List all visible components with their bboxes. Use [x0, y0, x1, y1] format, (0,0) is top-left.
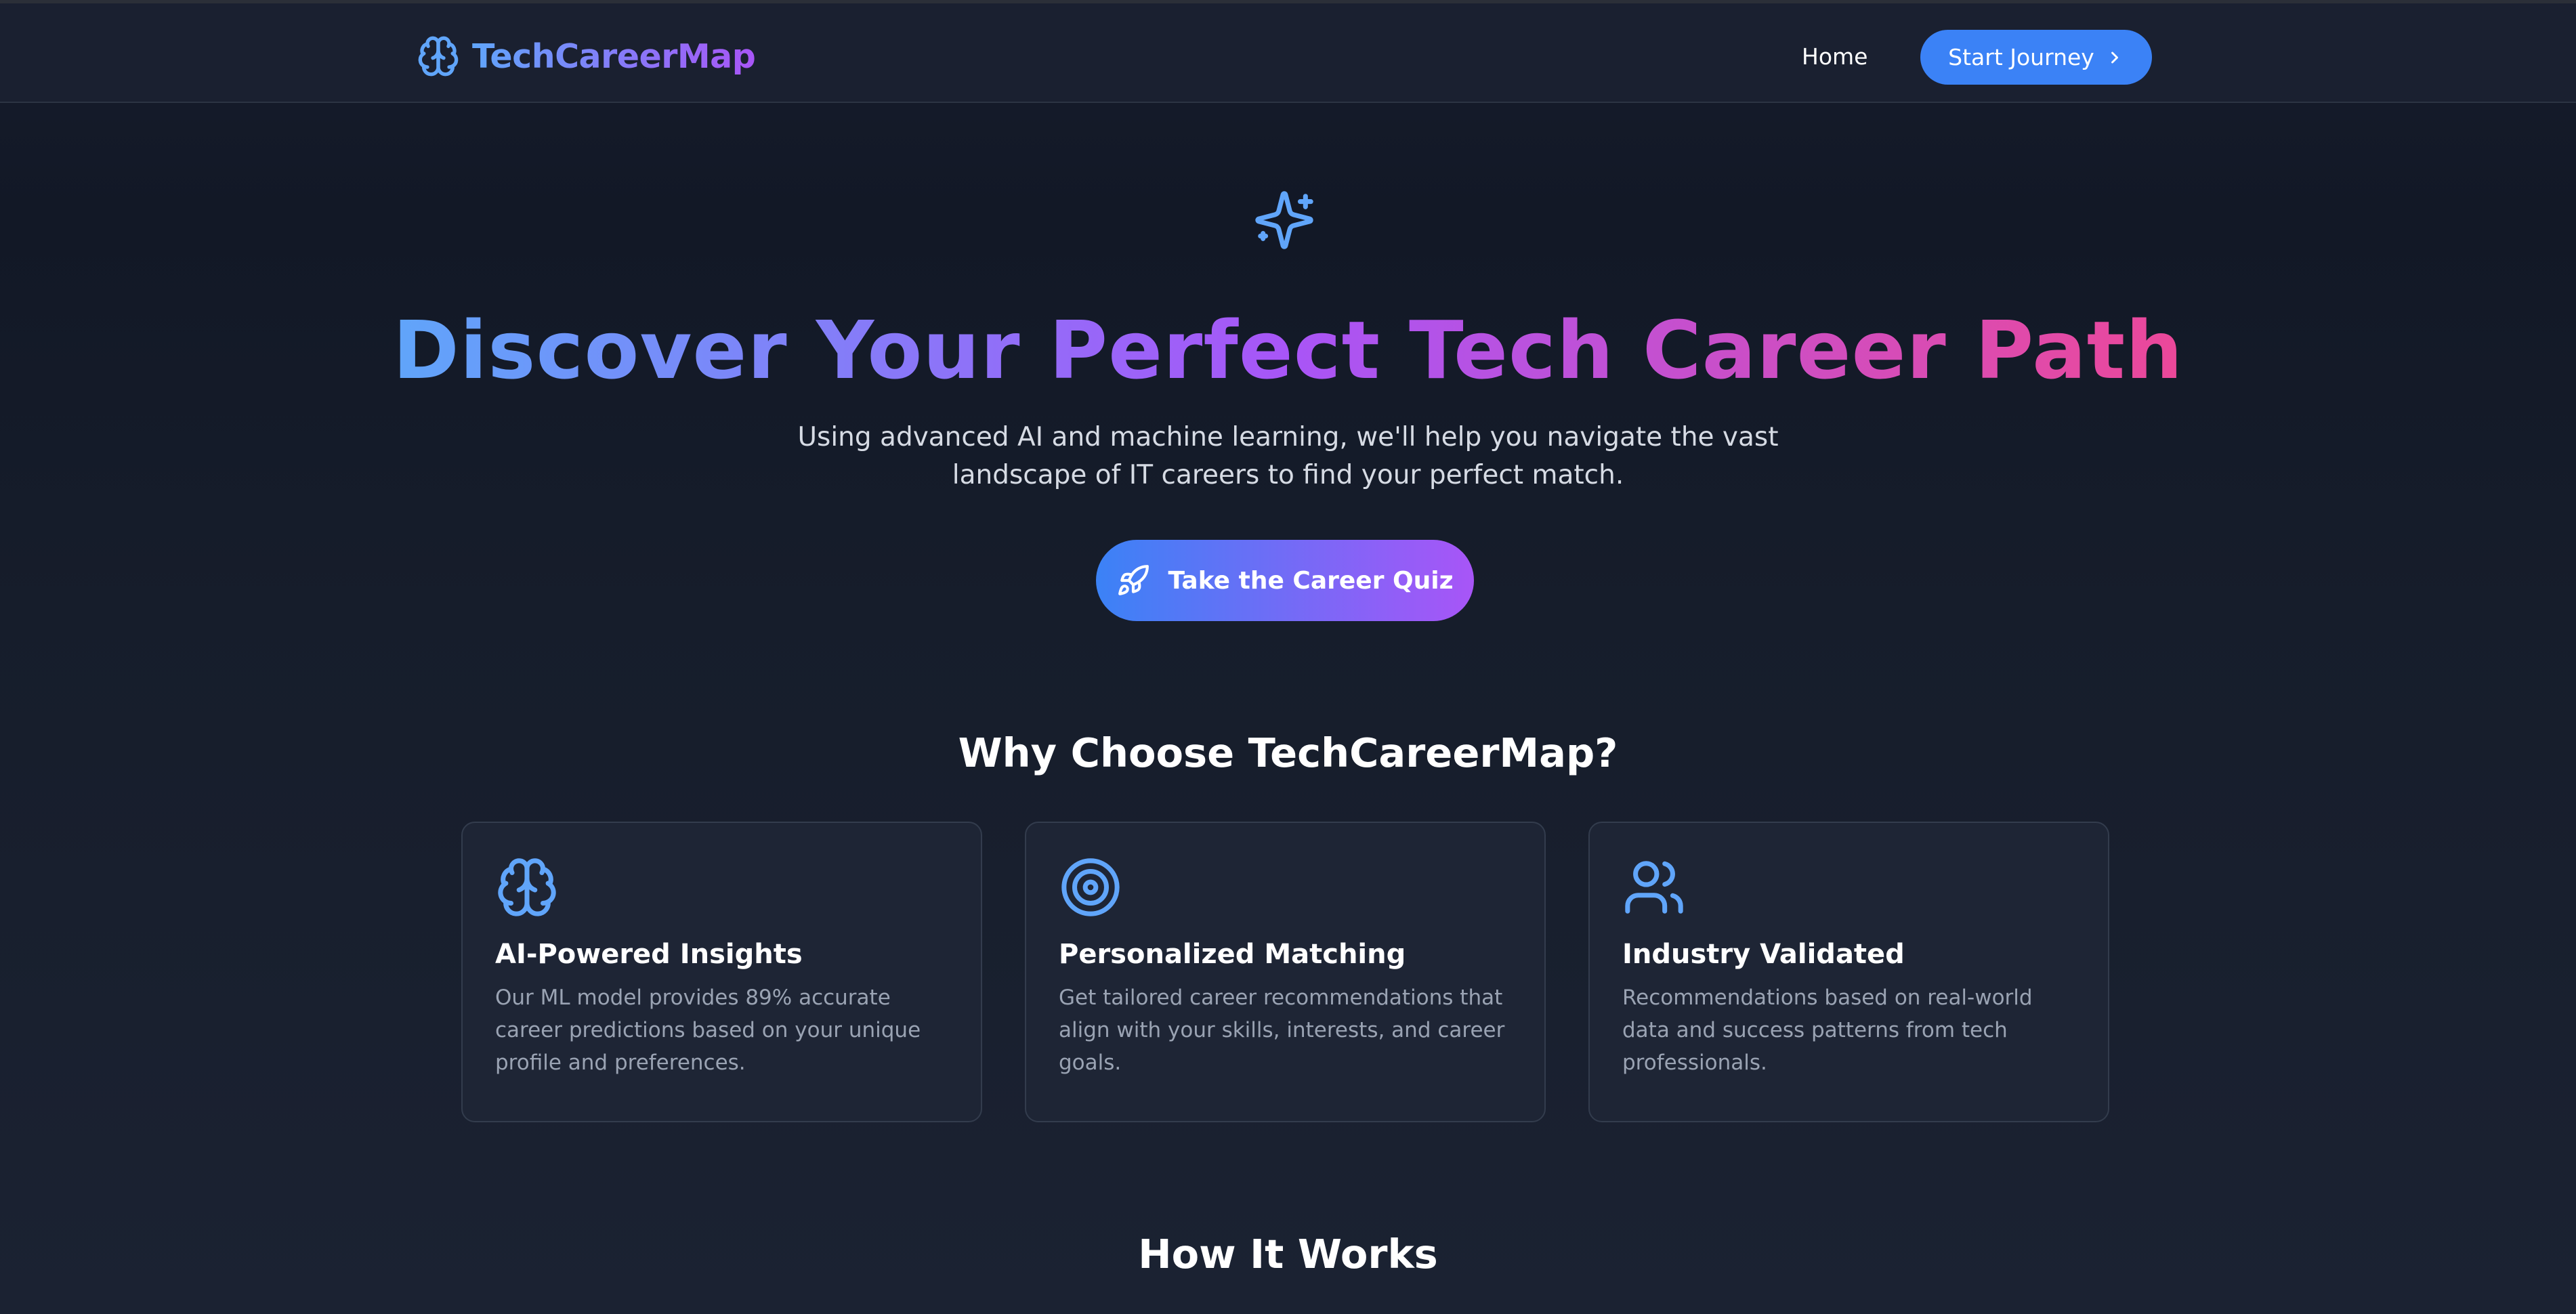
sparkles-icon [1255, 191, 1313, 249]
feature-card-description: Recommendations based on real-world data… [1622, 986, 2033, 1075]
brain-icon [418, 36, 459, 77]
hero-subtitle: Using advanced AI and machine learning, … [797, 422, 1779, 490]
take-career-quiz-label: Take the Career Quiz [1168, 566, 1454, 595]
feature-card-title: Industry Validated [1622, 939, 1905, 970]
site-header: TechCareerMap Home Start Journey [0, 3, 2576, 103]
rocket-icon [1118, 565, 1149, 595]
feature-card-description: Get tailored career recommendations that… [1059, 986, 1505, 1075]
feature-card-ai-insights: AI-Powered Insights Our ML model provide… [461, 822, 982, 1122]
feature-card-description: Our ML model provides 89% accurate caree… [495, 986, 921, 1075]
feature-card-title: Personalized Matching [1059, 939, 1406, 970]
nav-home-link[interactable]: Home [1802, 40, 1867, 74]
start-journey-button[interactable]: Start Journey [1920, 30, 2152, 85]
hero-title: Discover Your Perfect Tech Career Path [392, 303, 2184, 397]
brain-icon [498, 858, 556, 916]
target-icon [1061, 858, 1120, 916]
take-career-quiz-button[interactable]: Take the Career Quiz [1096, 540, 1474, 621]
chevron-right-icon [2111, 51, 2118, 63]
users-icon [1625, 861, 1683, 914]
why-section-title: Why Choose TechCareerMap? [958, 729, 1618, 776]
how-it-works-title: How It Works [1138, 1231, 1438, 1277]
feature-card-title: AI-Powered Insights [495, 939, 803, 970]
feature-card-industry-validated: Industry Validated Recommendations based… [1588, 822, 2109, 1122]
start-journey-label: Start Journey [1948, 44, 2094, 70]
feature-card-personalized-matching: Personalized Matching Get tailored caree… [1025, 822, 1546, 1122]
brand-name: TechCareerMap [472, 37, 756, 76]
brand-logo[interactable]: TechCareerMap [417, 30, 756, 82]
